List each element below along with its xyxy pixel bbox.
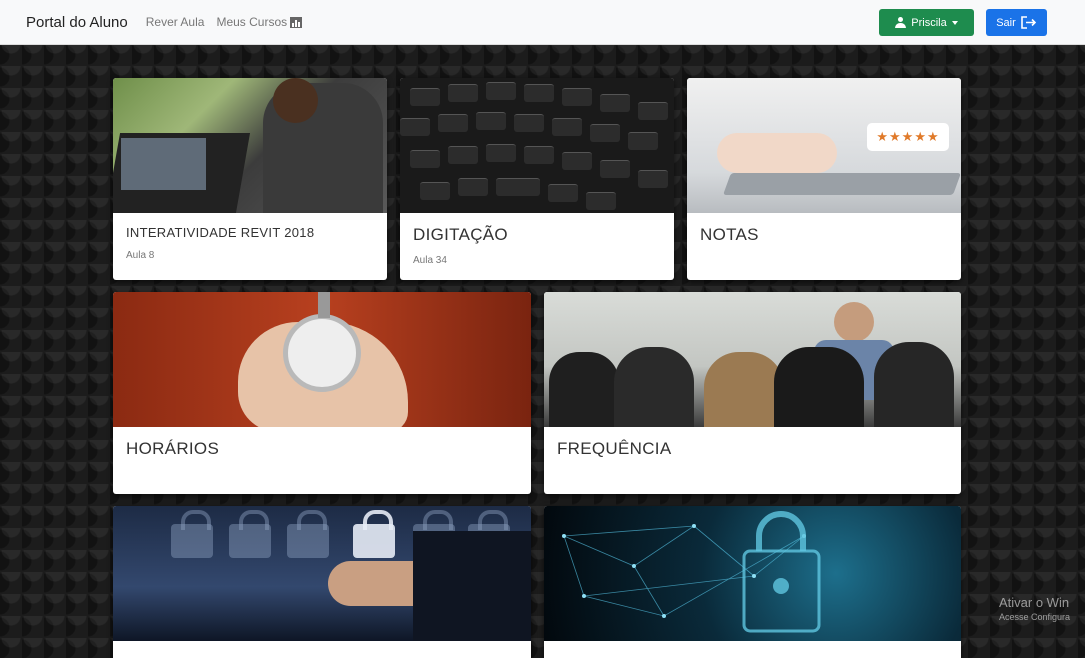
course-card-digitacao[interactable]: DIGITAÇÃO Aula 34 xyxy=(400,78,674,280)
course-card-frequencia[interactable]: FREQUÊNCIA xyxy=(544,292,961,494)
nav-link-meus-cursos[interactable]: Meus Cursos xyxy=(216,15,303,29)
brand-title[interactable]: Portal do Aluno xyxy=(26,14,128,31)
star-rating-icon: ★★★★★ xyxy=(867,123,949,151)
network-lines-icon xyxy=(562,511,821,633)
card-subtitle: Aula 8 xyxy=(126,250,155,261)
course-card-network[interactable] xyxy=(544,506,961,658)
person-at-laptop-image xyxy=(113,78,387,213)
user-icon xyxy=(895,17,907,28)
card-title: DIGITAÇÃO xyxy=(413,225,508,244)
card-title: INTERATIVIDADE REVIT 2018 xyxy=(126,225,315,240)
typing-with-rating-image: ★★★★★ xyxy=(687,78,961,213)
user-menu-button[interactable]: Priscila xyxy=(879,9,974,36)
card-title: NOTAS xyxy=(700,225,759,244)
windows-activation-watermark: Ativar o Win Acesse Configura xyxy=(999,595,1070,622)
card-subtitle: Aula 34 xyxy=(413,255,447,266)
digital-network-lock-image xyxy=(544,506,961,641)
nav-link-label: Meus Cursos xyxy=(216,15,288,29)
course-card-notas[interactable]: ★★★★★ NOTAS xyxy=(687,78,961,280)
card-title: FREQUÊNCIA xyxy=(557,439,672,458)
watermark-line2: Acesse Configura xyxy=(999,612,1071,622)
user-name: Priscila xyxy=(911,16,947,29)
hand-touching-locks-image xyxy=(113,506,531,641)
stopwatch-image xyxy=(113,292,531,427)
course-card-horarios[interactable]: HORÁRIOS xyxy=(113,292,531,494)
caret-down-icon xyxy=(951,20,958,25)
logout-label: Sair xyxy=(996,16,1016,29)
keyboard-image xyxy=(400,78,674,213)
top-navbar: Portal do Aluno Rever Aula Meus Cursos P… xyxy=(0,0,1085,45)
watermark-line1: Ativar o Win xyxy=(999,595,1070,610)
course-card-revit[interactable]: INTERATIVIDADE REVIT 2018 Aula 8 xyxy=(113,78,387,280)
nav-link-label: Rever Aula xyxy=(145,15,205,29)
nav-link-rever-aula[interactable]: Rever Aula xyxy=(146,15,205,29)
card-title: HORÁRIOS xyxy=(126,439,220,458)
classroom-image xyxy=(544,292,961,427)
course-card-security[interactable] xyxy=(113,506,531,658)
logout-icon xyxy=(1020,16,1036,29)
logout-button[interactable]: Sair xyxy=(986,9,1047,36)
chart-icon xyxy=(290,16,303,28)
